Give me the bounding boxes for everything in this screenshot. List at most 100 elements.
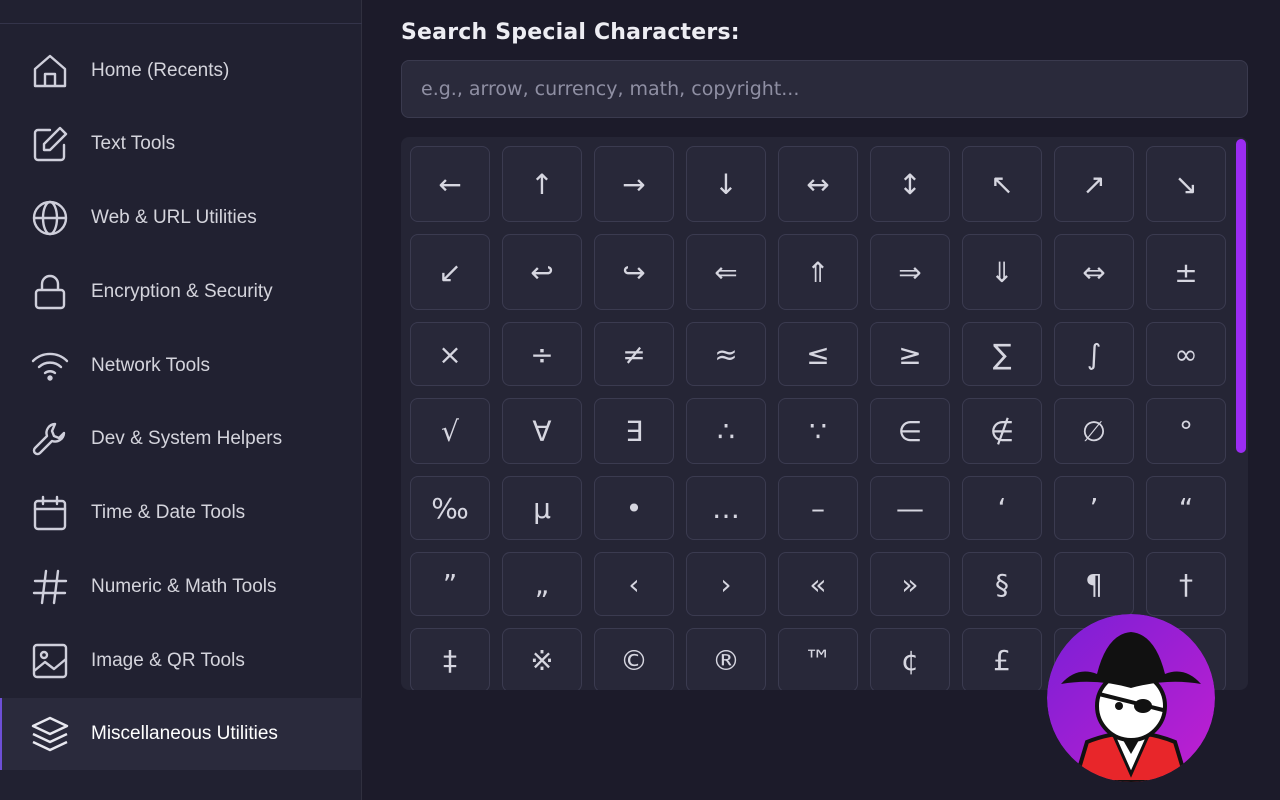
sidebar-item-home[interactable]: Home (Recents) xyxy=(0,35,362,107)
sidebar-item-label: Numeric & Math Tools xyxy=(91,576,277,597)
sidebar-item-network[interactable]: Network Tools xyxy=(0,330,362,402)
character-cell[interactable]: ‘ xyxy=(962,476,1042,540)
character-cell[interactable]: ’ xyxy=(1054,476,1134,540)
character-cell[interactable]: ∵ xyxy=(778,398,858,464)
character-cell[interactable]: ‡ xyxy=(410,628,490,690)
character-cell[interactable]: ™ xyxy=(778,628,858,690)
character-cell[interactable]: ‰ xyxy=(410,476,490,540)
character-cell[interactable]: ∅ xyxy=(1054,398,1134,464)
home-icon xyxy=(30,51,70,91)
character-cell[interactable]: — xyxy=(870,476,950,540)
character-cell[interactable]: ± xyxy=(1146,234,1226,310)
lock-icon xyxy=(30,272,70,312)
character-cell[interactable]: ∀ xyxy=(502,398,582,464)
sidebar-item-label: Time & Date Tools xyxy=(91,502,246,523)
character-cell[interactable]: … xyxy=(686,476,766,540)
character-cell[interactable]: ≈ xyxy=(686,322,766,386)
character-cell[interactable]: „ xyxy=(502,552,582,616)
character-cell[interactable]: ° xyxy=(1146,398,1226,464)
character-cell[interactable]: ∴ xyxy=(686,398,766,464)
sidebar-item-encryption[interactable]: Encryption & Security xyxy=(0,256,362,328)
sidebar-item-label: Web & URL Utilities xyxy=(91,207,257,228)
character-cell[interactable]: • xyxy=(594,476,674,540)
character-cell[interactable]: ↙ xyxy=(410,234,490,310)
search-input[interactable] xyxy=(401,60,1248,118)
wifi-icon xyxy=(30,346,70,386)
character-cell[interactable]: § xyxy=(962,552,1042,616)
sidebar-item-time-date[interactable]: Time & Date Tools xyxy=(0,477,362,549)
character-cell[interactable]: ® xyxy=(686,628,766,690)
character-cell[interactable]: ↓ xyxy=(686,146,766,222)
character-cell[interactable]: ∈ xyxy=(870,398,950,464)
hash-icon xyxy=(30,567,70,607)
sidebar-item-web-url[interactable]: Web & URL Utilities xyxy=(0,182,362,254)
character-cell[interactable]: ⇐ xyxy=(686,234,766,310)
character-cell[interactable]: ⇑ xyxy=(778,234,858,310)
character-cell[interactable]: ⇒ xyxy=(870,234,950,310)
character-cell[interactable]: μ xyxy=(502,476,582,540)
character-cell[interactable]: ↩ xyxy=(502,234,582,310)
edit-icon xyxy=(30,124,70,164)
character-cell[interactable]: ⇔ xyxy=(1054,234,1134,310)
character-cell[interactable]: × xyxy=(410,322,490,386)
calendar-icon xyxy=(30,493,70,533)
sidebar-item-label: Home (Recents) xyxy=(91,60,230,81)
sidebar: Home (Recents) Text Tools Web & URL Util… xyxy=(0,0,362,800)
sidebar-item-image-qr[interactable]: Image & QR Tools xyxy=(0,625,362,697)
globe-icon xyxy=(30,198,70,238)
character-cell[interactable]: » xyxy=(870,552,950,616)
character-cell[interactable]: ‹ xyxy=(594,552,674,616)
character-cell[interactable]: ≥ xyxy=(870,322,950,386)
character-cell[interactable]: ∞ xyxy=(1146,322,1226,386)
sidebar-divider xyxy=(0,23,362,24)
character-cell[interactable]: – xyxy=(778,476,858,540)
character-cell[interactable]: ¢ xyxy=(870,628,950,690)
character-cell[interactable]: ∉ xyxy=(962,398,1042,464)
sidebar-item-miscellaneous[interactable]: Miscellaneous Utilities xyxy=(0,698,362,770)
character-cell[interactable]: ← xyxy=(410,146,490,222)
scrollbar[interactable] xyxy=(1234,137,1248,690)
character-cell[interactable]: → xyxy=(594,146,674,222)
character-cell[interactable]: ≠ xyxy=(594,322,674,386)
sidebar-item-text-tools[interactable]: Text Tools xyxy=(0,108,362,180)
sidebar-item-label: Encryption & Security xyxy=(91,281,273,302)
character-cell[interactable]: £ xyxy=(962,628,1042,690)
character-cell[interactable]: ※ xyxy=(502,628,582,690)
character-cell[interactable]: ↪ xyxy=(594,234,674,310)
character-cell[interactable]: › xyxy=(686,552,766,616)
character-cell[interactable]: ⇓ xyxy=(962,234,1042,310)
character-cell[interactable]: “ xyxy=(1146,476,1226,540)
character-cell[interactable]: ↕ xyxy=(870,146,950,222)
character-cell[interactable]: © xyxy=(594,628,674,690)
character-cell[interactable]: ↔ xyxy=(778,146,858,222)
sidebar-item-label: Text Tools xyxy=(91,133,176,154)
character-cell[interactable]: ∫ xyxy=(1054,322,1134,386)
sidebar-item-label: Network Tools xyxy=(91,355,210,376)
sidebar-item-label: Dev & System Helpers xyxy=(91,428,283,449)
character-cell[interactable]: ” xyxy=(410,552,490,616)
character-cell[interactable]: ∃ xyxy=(594,398,674,464)
character-cell[interactable]: ∑ xyxy=(962,322,1042,386)
character-cell[interactable]: ≤ xyxy=(778,322,858,386)
character-grid-inner: ← ↑ → ↓ ↔ ↕ ↖ ↗ ↘ ↙ ↩ ↪ ⇐ ⇑ ⇒ ⇓ ⇔ ± × ÷ ≠ ≈ ≤ ≥ ∑ ∫ ∞ √ ∀ ∃ ∴ ∵ ∈ ∉ ∅ ° ‰ μ •…… xyxy=(410,146,1226,690)
pirate-avatar-icon[interactable] xyxy=(1047,614,1215,782)
character-cell[interactable]: ↗ xyxy=(1054,146,1134,222)
wrench-icon xyxy=(30,419,70,459)
character-cell[interactable]: √ xyxy=(410,398,490,464)
character-cell[interactable]: ¶ xyxy=(1054,552,1134,616)
sidebar-item-label: Image & QR Tools xyxy=(91,650,245,671)
page-title: Search Special Characters: xyxy=(401,20,740,45)
sidebar-item-dev-system[interactable]: Dev & System Helpers xyxy=(0,403,362,475)
character-cell[interactable]: ↖ xyxy=(962,146,1042,222)
scrollbar-thumb[interactable] xyxy=(1236,139,1246,453)
image-icon xyxy=(30,641,70,681)
character-cell[interactable]: † xyxy=(1146,552,1226,616)
character-cell[interactable]: ÷ xyxy=(502,322,582,386)
character-cell[interactable]: « xyxy=(778,552,858,616)
character-cell[interactable]: ↘ xyxy=(1146,146,1226,222)
character-cell[interactable]: ↑ xyxy=(502,146,582,222)
character-grid: ← ↑ → ↓ ↔ ↕ ↖ ↗ ↘ ↙ ↩ ↪ ⇐ ⇑ ⇒ ⇓ ⇔ ± × ÷ ≠ ≈ ≤ ≥ ∑ ∫ ∞ √ ∀ ∃ ∴ ∵ ∈ ∉ ∅ ° ‰ μ •…… xyxy=(401,137,1248,690)
sidebar-item-label: Miscellaneous Utilities xyxy=(91,723,278,744)
sidebar-item-numeric-math[interactable]: Numeric & Math Tools xyxy=(0,551,362,623)
layers-icon xyxy=(30,714,70,754)
